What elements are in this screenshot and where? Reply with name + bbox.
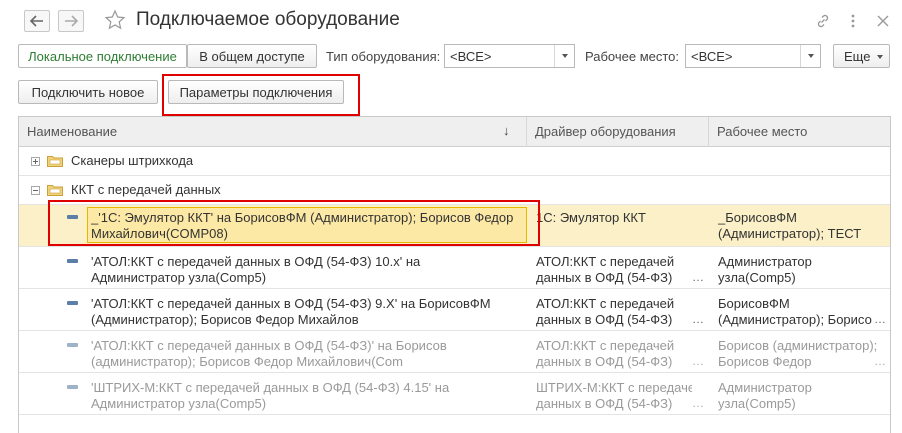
ellipsis-icon: … [692, 270, 704, 284]
arrow-right-icon [65, 15, 78, 27]
forward-button[interactable] [58, 10, 84, 32]
equipment-type-select[interactable]: <ВСЕ> [444, 44, 575, 68]
table-row[interactable]: 'ШТРИХ-М:ККТ с передачей данных в ОФД (5… [19, 373, 890, 415]
column-header-name[interactable]: Наименование [19, 117, 527, 147]
device-icon [67, 385, 78, 389]
connect-new-button[interactable]: Подключить новое [18, 80, 158, 104]
ellipsis-icon: … [874, 354, 886, 368]
table-row[interactable]: 'АТОЛ:ККТ с передачей данных в ОФД (54-Ф… [19, 331, 890, 373]
ellipsis-icon: … [874, 312, 886, 326]
workplace-value: <ВСЕ> [691, 49, 733, 64]
device-icon [67, 343, 78, 347]
tab-shared-access[interactable]: В общем доступе [187, 44, 317, 68]
cell-driver: АТОЛ:ККТ с передачей данных в ОФД (54-ФЗ… [536, 338, 675, 369]
cell-workplace: Администратор узла(Comp5) [718, 380, 812, 411]
tab-local-connection[interactable]: Локальное подключение [18, 44, 187, 68]
equipment-table: Наименование ↓ Драйвер оборудования Рабо… [18, 116, 891, 433]
device-icon [67, 301, 78, 305]
link-icon[interactable] [812, 10, 834, 32]
cell-workplace: _БорисовФМ (Администратор); ТЕСТ [718, 210, 862, 241]
workplace-select[interactable]: <ВСЕ> [685, 44, 821, 68]
column-header-driver[interactable]: Драйвер оборудования [527, 117, 709, 147]
page-title: Подключаемое оборудование [136, 9, 400, 30]
arrow-left-icon [30, 15, 43, 27]
cell-name: 'АТОЛ:ККТ с передачей данных в ОФД (54-Ф… [91, 254, 421, 285]
dropdown-arrow-icon[interactable] [554, 45, 574, 67]
device-icon [67, 259, 78, 263]
equipment-type-label: Тип оборудования: [326, 49, 441, 64]
workplace-label: Рабочее место: [585, 49, 680, 64]
collapse-minus-icon[interactable] [31, 186, 40, 195]
more-button[interactable]: Еще [833, 44, 890, 68]
dropdown-arrow-icon[interactable] [800, 45, 820, 67]
cell-name: 'АТОЛ:ККТ с передачей данных в ОФД (54-Ф… [91, 296, 491, 327]
highlight-box-parameters [162, 74, 360, 116]
sort-down-icon[interactable]: ↓ [503, 123, 510, 138]
cell-workplace: Администратор узла(Comp5) [718, 254, 812, 285]
equipment-type-value: <ВСЕ> [450, 49, 492, 64]
cell-workplace: БорисовФМ (Администратор); Борисо [718, 296, 872, 327]
cell-driver: ШТРИХ-М:ККТ с передачей данных в ОФД (54… [536, 380, 692, 411]
back-button[interactable] [24, 10, 50, 32]
expand-plus-icon[interactable] [31, 157, 40, 166]
cell-name: 'АТОЛ:ККТ с передачей данных в ОФД (54-Ф… [91, 338, 447, 369]
folder-icon [47, 156, 63, 167]
ellipsis-icon: … [692, 396, 704, 410]
close-icon[interactable] [872, 10, 894, 32]
more-vertical-icon[interactable] [842, 10, 864, 32]
folder-icon [47, 185, 63, 196]
cell-name: 'ШТРИХ-М:ККТ с передачей данных в ОФД (5… [91, 380, 450, 411]
table-header: Наименование ↓ Драйвер оборудования Рабо… [19, 117, 890, 147]
group-label: Сканеры штрихкода [71, 153, 194, 168]
more-label: Еще [844, 48, 871, 64]
cell-workplace: Борисов (администратор); Борисов Федор [718, 338, 878, 369]
table-row[interactable]: 'АТОЛ:ККТ с передачей данных в ОФД (54-Ф… [19, 289, 890, 331]
cell-driver: 1С: Эмулятор ККТ [536, 210, 646, 225]
ellipsis-icon: … [692, 312, 704, 326]
ellipsis-icon: … [692, 354, 704, 368]
cell-driver: АТОЛ:ККТ с передачей данных в ОФД (54-ФЗ… [536, 296, 675, 327]
title-bar: Подключаемое оборудование [0, 0, 902, 40]
column-header-workplace[interactable]: Рабочее место [709, 117, 890, 147]
group-row-scanners[interactable]: Сканеры штрихкода [19, 147, 890, 176]
table-row[interactable]: 'АТОЛ:ККТ с передачей данных в ОФД (54-Ф… [19, 247, 890, 289]
group-label: ККТ с передачей данных [71, 182, 221, 197]
chevron-down-icon [877, 55, 883, 59]
favorite-star-icon[interactable] [104, 9, 126, 31]
cell-driver: АТОЛ:ККТ с передачей данных в ОФД (54-ФЗ… [536, 254, 675, 285]
highlight-box-selected-row [48, 200, 540, 246]
